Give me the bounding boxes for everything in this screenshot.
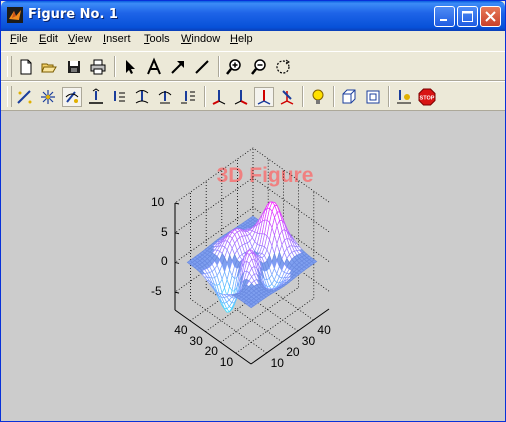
maximize-icon (462, 11, 473, 22)
figure-window: Figure No. 1 File Edit View Insert Tools… (0, 0, 506, 422)
camera-dolly-icon[interactable] (109, 87, 129, 107)
text-icon[interactable] (144, 57, 164, 77)
surface-plot[interactable] (1, 111, 505, 421)
arrow-line-icon[interactable] (168, 57, 188, 77)
toolbar-separator (333, 86, 335, 107)
perspective-icon[interactable] (339, 87, 359, 107)
camera-pan-icon[interactable] (86, 87, 106, 107)
y-tick-label: 10 (219, 355, 234, 370)
reset-camera-icon[interactable] (394, 87, 414, 107)
menu-edit[interactable]: Edit (39, 33, 58, 45)
maximize-button[interactable] (457, 6, 478, 27)
z-tick-label: 10 (151, 195, 165, 209)
minimize-button[interactable] (434, 6, 455, 27)
camera-walk-icon[interactable] (155, 87, 175, 107)
y-tick-label: 20 (204, 344, 218, 359)
camera-zoom-icon[interactable] (178, 87, 198, 107)
x-tick-label: 30 (301, 334, 316, 348)
principal-axis-z-icon[interactable] (254, 87, 274, 107)
toolbar-separator (388, 86, 390, 107)
camera-orbit-icon[interactable] (62, 87, 82, 107)
z-tick-label: -5 (151, 284, 162, 299)
principal-axis-none-icon[interactable] (277, 87, 297, 107)
zoom-in-icon[interactable] (224, 57, 244, 77)
toolbar-separator (204, 86, 206, 107)
x-tick-label: 20 (286, 345, 300, 359)
principal-axis-y-icon[interactable] (231, 87, 251, 107)
matlab-logo-icon (7, 7, 23, 23)
minimize-icon (440, 19, 447, 21)
title-bar[interactable]: Figure No. 1 (1, 1, 505, 31)
stop-label: STOP (420, 96, 435, 102)
menu-insert[interactable]: Insert (103, 33, 131, 45)
x-tick-label: 10 (270, 356, 284, 370)
window-title: Figure No. 1 (28, 7, 118, 22)
save-icon[interactable] (64, 57, 84, 77)
rotate-icon[interactable] (273, 57, 293, 77)
camera-toolbar: STOP (1, 81, 505, 111)
figure-canvas[interactable]: 3D Figure 10 5 0 -5 40 30 20 10 40 30 20 10 (1, 111, 505, 421)
edit-plot-icon[interactable] (15, 87, 35, 107)
zoom-out-icon[interactable] (249, 57, 269, 77)
toolbar-grip[interactable] (7, 86, 12, 107)
arrow-pointer-icon[interactable] (120, 57, 140, 77)
z-tick-mark (174, 261, 180, 264)
toolbar-separator (218, 56, 220, 77)
close-icon (485, 11, 496, 22)
camera-roll-icon[interactable] (132, 87, 152, 107)
menu-help[interactable]: Help (230, 33, 253, 45)
print-icon[interactable] (88, 57, 108, 77)
open-folder-icon[interactable] (39, 57, 59, 77)
menu-tools[interactable]: Tools (144, 33, 170, 45)
menu-window[interactable]: Window (181, 33, 220, 45)
z-tick-label: 0 (161, 254, 168, 269)
toolbar-grip[interactable] (7, 56, 12, 77)
figure-toolbar (1, 51, 505, 81)
menu-view[interactable]: View (68, 33, 92, 45)
stop-icon[interactable]: STOP (417, 87, 437, 107)
light-icon[interactable] (308, 87, 328, 107)
data-points-icon[interactable] (38, 87, 58, 107)
close-button[interactable] (480, 6, 501, 27)
z-tick-mark (174, 232, 180, 235)
z-tick-mark (174, 202, 180, 205)
menu-file[interactable]: File (10, 33, 28, 45)
menu-bar: File Edit View Insert Tools Window Help (1, 31, 505, 50)
x-tick-label: 40 (317, 323, 331, 337)
y-tick-label: 40 (174, 322, 188, 337)
new-file-icon[interactable] (16, 57, 36, 77)
z-tick-mark (174, 291, 180, 294)
line-icon[interactable] (192, 57, 212, 77)
z-tick-label: 5 (161, 224, 168, 239)
y-tick-label: 30 (189, 333, 203, 348)
wall-grid-line (174, 147, 330, 204)
orthographic-icon[interactable] (363, 87, 383, 107)
principal-axis-x-icon[interactable] (209, 87, 229, 107)
toolbar-separator (302, 86, 304, 107)
toolbar-separator (114, 56, 116, 77)
